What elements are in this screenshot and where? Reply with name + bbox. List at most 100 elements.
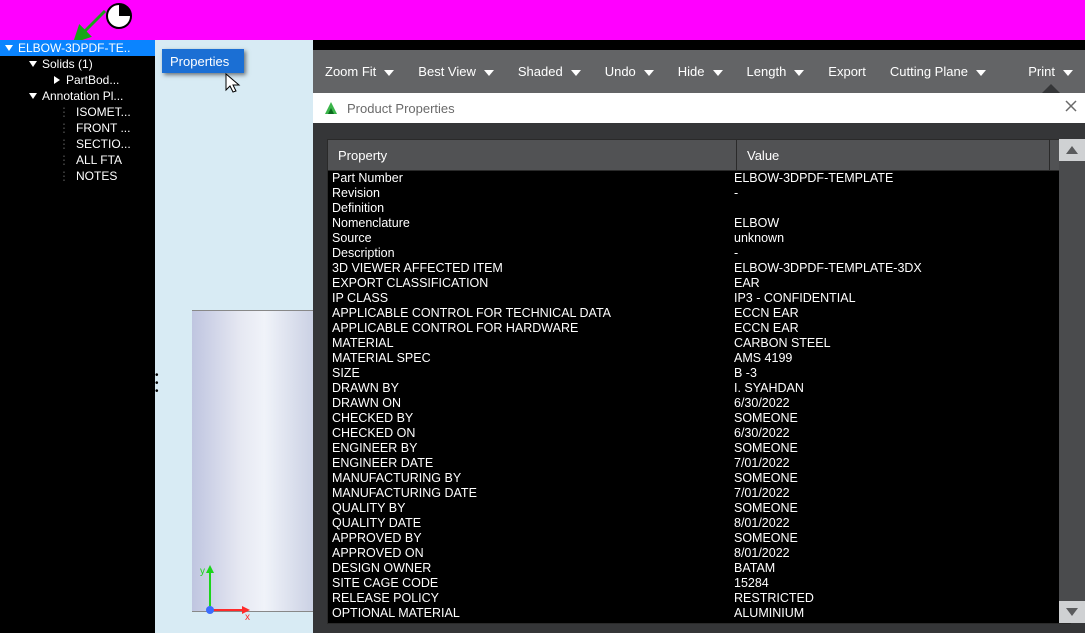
table-row[interactable]: DRAWN ON6/30/2022	[328, 396, 1070, 411]
table-row[interactable]: SIZEB -3	[328, 366, 1070, 381]
tree-item-solids[interactable]: Solids (1)	[0, 56, 155, 72]
table-row[interactable]: Part NumberELBOW-3DPDF-TEMPLATE	[328, 171, 1070, 186]
table-row[interactable]: RELEASE POLICYRESTRICTED	[328, 591, 1070, 606]
toolbar-hide[interactable]: Hide	[666, 50, 735, 93]
table-row[interactable]: SITE CAGE CODE15284	[328, 576, 1070, 591]
collapse-icon[interactable]	[28, 59, 38, 69]
chevron-down-icon	[1063, 64, 1073, 79]
cell-value: RESTRICTED	[730, 591, 1036, 606]
tree-item-annotation[interactable]: Annotation Pl...	[0, 88, 155, 104]
chevron-down-icon	[384, 64, 394, 79]
column-value[interactable]: Value	[737, 140, 1050, 170]
cell-property: APPROVED BY	[328, 531, 730, 546]
viewer-toolbar: Zoom Fit Best View Shaded Undo Hide Leng…	[313, 50, 1085, 93]
toolbar-label: Print	[1028, 64, 1055, 79]
cell-property: Definition	[328, 201, 730, 216]
table-row[interactable]: APPLICABLE CONTROL FOR TECHNICAL DATAECC…	[328, 306, 1070, 321]
table-row[interactable]: CHECKED ON6/30/2022	[328, 426, 1070, 441]
table-row[interactable]: APPROVED BYSOMEONE	[328, 531, 1070, 546]
toolbar-label: Zoom Fit	[325, 64, 376, 79]
cell-value: unknown	[730, 231, 1036, 246]
grid-header: Property Value	[327, 139, 1071, 171]
viewer-handles: •••	[155, 372, 159, 396]
tree-label: PartBod...	[66, 73, 119, 87]
toolbar-print[interactable]: Print	[1016, 50, 1085, 93]
cell-value: 8/01/2022	[730, 516, 1036, 531]
table-row[interactable]: DESIGN OWNERBATAM	[328, 561, 1070, 576]
tree-root[interactable]: ELBOW-3DPDF-TE..	[0, 40, 155, 56]
collapse-icon[interactable]	[28, 91, 38, 101]
cell-property: SIZE	[328, 366, 730, 381]
table-row[interactable]: Sourceunknown	[328, 231, 1070, 246]
panel-header: Product Properties	[313, 93, 1085, 123]
scrollbar[interactable]	[1059, 139, 1085, 623]
cell-property: MANUFACTURING BY	[328, 471, 730, 486]
cell-property: CHECKED ON	[328, 426, 730, 441]
table-row[interactable]: 3D VIEWER AFFECTED ITEMELBOW-3DPDF-TEMPL…	[328, 261, 1070, 276]
panel-title: Product Properties	[347, 101, 455, 116]
cell-property: MANUFACTURING DATE	[328, 486, 730, 501]
cell-value: ECCN EAR	[730, 321, 1036, 336]
table-row[interactable]: CHECKED BYSOMEONE	[328, 411, 1070, 426]
tree-label: NOTES	[66, 169, 117, 183]
tree-label: FRONT ...	[66, 121, 130, 135]
tree-item-partbody[interactable]: PartBod...	[0, 72, 155, 88]
chevron-down-icon	[484, 64, 494, 79]
table-row[interactable]: MANUFACTURING BYSOMEONE	[328, 471, 1070, 486]
cell-property: 3D VIEWER AFFECTED ITEM	[328, 261, 730, 276]
tree-leaf[interactable]: ⋮FRONT ...	[0, 120, 155, 136]
toolbar-length[interactable]: Length	[735, 50, 817, 93]
toolbar-cutting-plane[interactable]: Cutting Plane	[878, 50, 998, 93]
collapse-icon[interactable]	[4, 43, 14, 53]
tree-leaf[interactable]: ⋮ALL FTA	[0, 152, 155, 168]
tree-label: ALL FTA	[66, 153, 122, 167]
tree-branch-icon: ⋮	[58, 105, 66, 119]
table-row[interactable]: NomenclatureELBOW	[328, 216, 1070, 231]
cell-value: BATAM	[730, 561, 1036, 576]
expand-icon[interactable]	[52, 75, 62, 85]
tree-leaf[interactable]: ⋮SECTIO...	[0, 136, 155, 152]
table-row[interactable]: OPTIONAL MATERIAL SPECAMS 4198	[328, 621, 1070, 624]
table-row[interactable]: IP CLASSIP3 - CONFIDENTIAL	[328, 291, 1070, 306]
cell-value: SOMEONE	[730, 411, 1036, 426]
scroll-down-button[interactable]	[1059, 601, 1085, 623]
table-row[interactable]: QUALITY DATE8/01/2022	[328, 516, 1070, 531]
column-property[interactable]: Property	[328, 140, 737, 170]
context-menu-properties[interactable]: Properties	[162, 49, 244, 73]
table-row[interactable]: MATERIALCARBON STEEL	[328, 336, 1070, 351]
table-row[interactable]: APPROVED ON8/01/2022	[328, 546, 1070, 561]
toolbar-label: Best View	[418, 64, 476, 79]
tree-leaf[interactable]: ⋮NOTES	[0, 168, 155, 184]
table-row[interactable]: ENGINEER BYSOMEONE	[328, 441, 1070, 456]
table-row[interactable]: MANUFACTURING DATE7/01/2022	[328, 486, 1070, 501]
toolbar-zoom-fit[interactable]: Zoom Fit	[313, 50, 406, 93]
cell-value: -	[730, 246, 1036, 261]
table-row[interactable]: EXPORT CLASSIFICATIONEAR	[328, 276, 1070, 291]
table-row[interactable]: Definition	[328, 201, 1070, 216]
close-icon[interactable]	[1065, 99, 1077, 115]
table-row[interactable]: MATERIAL SPECAMS 4199	[328, 351, 1070, 366]
table-row[interactable]: QUALITY BYSOMEONE	[328, 501, 1070, 516]
toolbar-undo[interactable]: Undo	[593, 50, 666, 93]
app-logo-icon	[323, 100, 339, 116]
app-icon	[105, 2, 133, 30]
cell-property: Description	[328, 246, 730, 261]
table-row[interactable]: DRAWN BYI. SYAHDAN	[328, 381, 1070, 396]
toolbar-label: Shaded	[518, 64, 563, 79]
table-row[interactable]: Description-	[328, 246, 1070, 261]
tree-leaf[interactable]: ⋮ISOMET...	[0, 104, 155, 120]
table-row[interactable]: Revision-	[328, 186, 1070, 201]
table-row[interactable]: ENGINEER DATE7/01/2022	[328, 456, 1070, 471]
table-row[interactable]: OPTIONAL MATERIALALUMINIUM	[328, 606, 1070, 621]
scroll-thumb[interactable]	[1059, 161, 1085, 601]
cell-property: Nomenclature	[328, 216, 730, 231]
scroll-up-button[interactable]	[1059, 139, 1085, 161]
toolbar-shaded[interactable]: Shaded	[506, 50, 593, 93]
toolbar-export[interactable]: Export	[816, 50, 878, 93]
chevron-down-icon	[976, 64, 986, 79]
cell-property: OPTIONAL MATERIAL SPEC	[328, 621, 730, 624]
table-row[interactable]: APPLICABLE CONTROL FOR HARDWAREECCN EAR	[328, 321, 1070, 336]
cell-value: ALUMINIUM	[730, 606, 1036, 621]
viewer-3d[interactable]: •••	[155, 40, 313, 633]
toolbar-best-view[interactable]: Best View	[406, 50, 506, 93]
